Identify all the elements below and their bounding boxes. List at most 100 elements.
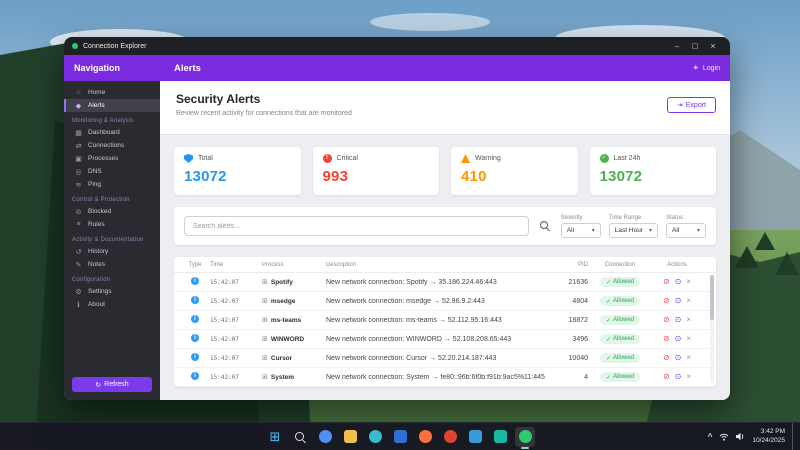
watch-icon[interactable] <box>675 316 682 324</box>
volume-icon[interactable] <box>736 432 745 441</box>
sidebar-item[interactable]: ▦ Dashboard <box>64 126 160 139</box>
watch-icon[interactable] <box>675 278 682 286</box>
dismiss-icon[interactable] <box>686 297 691 305</box>
sidebar-item-icon: ◎ <box>74 168 83 176</box>
sidebar-item[interactable]: ▣ Processes <box>64 152 160 165</box>
row-description: New network connection: Cursor → 52.20.2… <box>326 355 546 362</box>
sidebar-item[interactable]: ⊘ Blocked <box>64 205 160 218</box>
block-icon[interactable] <box>663 278 670 286</box>
firefox-icon[interactable] <box>415 427 435 447</box>
export-label: Export <box>686 102 706 109</box>
sidebar-item[interactable]: ◆ Alerts <box>64 99 160 112</box>
sidebar-item[interactable]: ≋ Ping <box>64 178 160 191</box>
sidebar-item[interactable]: ⚙ Settings <box>64 285 160 298</box>
sidebar-item[interactable]: ⌂ Home <box>64 86 160 99</box>
stat-label: Last 24h <box>614 155 641 162</box>
widgets-icon[interactable] <box>315 427 335 447</box>
code-icon[interactable] <box>465 427 485 447</box>
sidebar-item-label: History <box>88 248 108 255</box>
sidebar-item[interactable]: ≡ Rules <box>64 218 160 231</box>
sidebar-item[interactable]: ✎ Notes <box>64 258 160 271</box>
block-icon[interactable] <box>663 297 670 305</box>
table-header-row: Type Time Process Description PID Connec… <box>174 257 716 273</box>
row-time: 15:42:07 <box>210 374 262 381</box>
status-badge: Allowed <box>600 277 640 287</box>
brave-icon[interactable] <box>440 427 460 447</box>
row-process: msedge <box>271 298 296 305</box>
window-icon <box>262 373 268 381</box>
window-titlebar[interactable]: Connection Explorer <box>64 37 730 55</box>
dismiss-icon[interactable] <box>686 373 691 381</box>
refresh-button[interactable]: Refresh <box>72 377 152 392</box>
sidebar-item-label: Alerts <box>88 102 105 109</box>
block-icon[interactable] <box>663 373 670 381</box>
sidebar-item-label: Settings <box>88 288 112 295</box>
connection-explorer-icon[interactable] <box>515 427 535 447</box>
stat-icon <box>461 154 470 163</box>
table-scrollbar-thumb[interactable] <box>710 275 714 320</box>
watch-icon[interactable] <box>675 354 682 362</box>
stat-card: Warning 410 <box>451 147 578 195</box>
dismiss-icon[interactable] <box>686 335 691 343</box>
watch-icon[interactable] <box>675 335 682 343</box>
window-icon <box>262 354 268 362</box>
time-range-label: Time Range <box>609 215 658 221</box>
minimize-button[interactable] <box>668 37 686 55</box>
block-icon[interactable] <box>663 335 670 343</box>
sidebar-item-icon: ≡ <box>74 221 83 228</box>
start-icon[interactable] <box>265 427 285 447</box>
table-row[interactable]: 15:42:07 Spotify New network connection:… <box>174 273 716 292</box>
search-input[interactable] <box>184 216 529 236</box>
edge-icon[interactable] <box>365 427 385 447</box>
sidebar-item-label: DNS <box>88 168 102 175</box>
login-button[interactable]: Login <box>693 64 720 72</box>
table-row[interactable]: 15:42:07 ms-teams New network connection… <box>174 311 716 330</box>
close-button[interactable] <box>704 37 722 55</box>
time-range-select[interactable]: Last Hour <box>609 223 658 238</box>
watch-icon[interactable] <box>675 297 682 305</box>
sidebar-item[interactable]: ℹ About <box>64 298 160 311</box>
row-description: New network connection: System → fe80::9… <box>326 374 546 381</box>
status-badge: Allowed <box>600 315 640 325</box>
taskbar-clock[interactable]: 3:42 PM 10/24/2025 <box>752 428 785 445</box>
stat-label: Total <box>198 155 213 162</box>
block-icon[interactable] <box>663 354 670 362</box>
table-row[interactable]: 15:42:07 msedge New network connection: … <box>174 292 716 311</box>
alerts-table: Type Time Process Description PID Connec… <box>174 257 716 387</box>
sidebar-section-label: Configuration <box>64 271 160 285</box>
watch-icon[interactable] <box>675 373 682 381</box>
dismiss-icon[interactable] <box>686 278 691 286</box>
show-desktop-button[interactable] <box>792 423 796 450</box>
sidebar-item[interactable]: ↺ History <box>64 245 160 258</box>
dismiss-icon[interactable] <box>686 316 691 324</box>
store-icon[interactable] <box>490 427 510 447</box>
nav-header-title: Navigation <box>64 63 160 73</box>
sidebar-item[interactable]: ⇄ Connections <box>64 139 160 152</box>
dismiss-icon[interactable] <box>686 354 691 362</box>
row-description: New network connection: WINWORD → 52.108… <box>326 336 546 343</box>
table-row[interactable]: 15:42:07 Cursor New network connection: … <box>174 349 716 368</box>
table-row[interactable]: 15:42:07 WINWORD New network connection:… <box>174 330 716 349</box>
outlook-icon[interactable] <box>390 427 410 447</box>
table-row[interactable]: 15:42:07 System New network connection: … <box>174 368 716 387</box>
sidebar-item-label: Rules <box>88 221 105 228</box>
wifi-icon[interactable] <box>719 433 729 441</box>
severity-select[interactable]: All <box>561 223 601 238</box>
export-button[interactable]: Export <box>667 97 716 113</box>
status-select[interactable]: All <box>666 223 706 238</box>
block-icon[interactable] <box>663 316 670 324</box>
page-header: Security Alerts Review recent activity f… <box>160 81 730 135</box>
maximize-button[interactable] <box>686 37 704 55</box>
sidebar-item[interactable]: ◎ DNS <box>64 165 160 178</box>
window-icon <box>262 278 268 286</box>
row-description: New network connection: ms-teams → 52.11… <box>326 317 546 324</box>
search-icon[interactable] <box>290 427 310 447</box>
file-explorer-icon[interactable] <box>340 427 360 447</box>
info-icon <box>191 296 199 304</box>
time-range-value: Last Hour <box>615 227 643 234</box>
header-process: Process <box>262 262 326 268</box>
search-button[interactable] <box>537 218 553 234</box>
tray-chevron-up-icon[interactable]: ^ <box>708 432 713 441</box>
stat-icon <box>184 154 193 163</box>
header-description: Description <box>326 262 546 268</box>
